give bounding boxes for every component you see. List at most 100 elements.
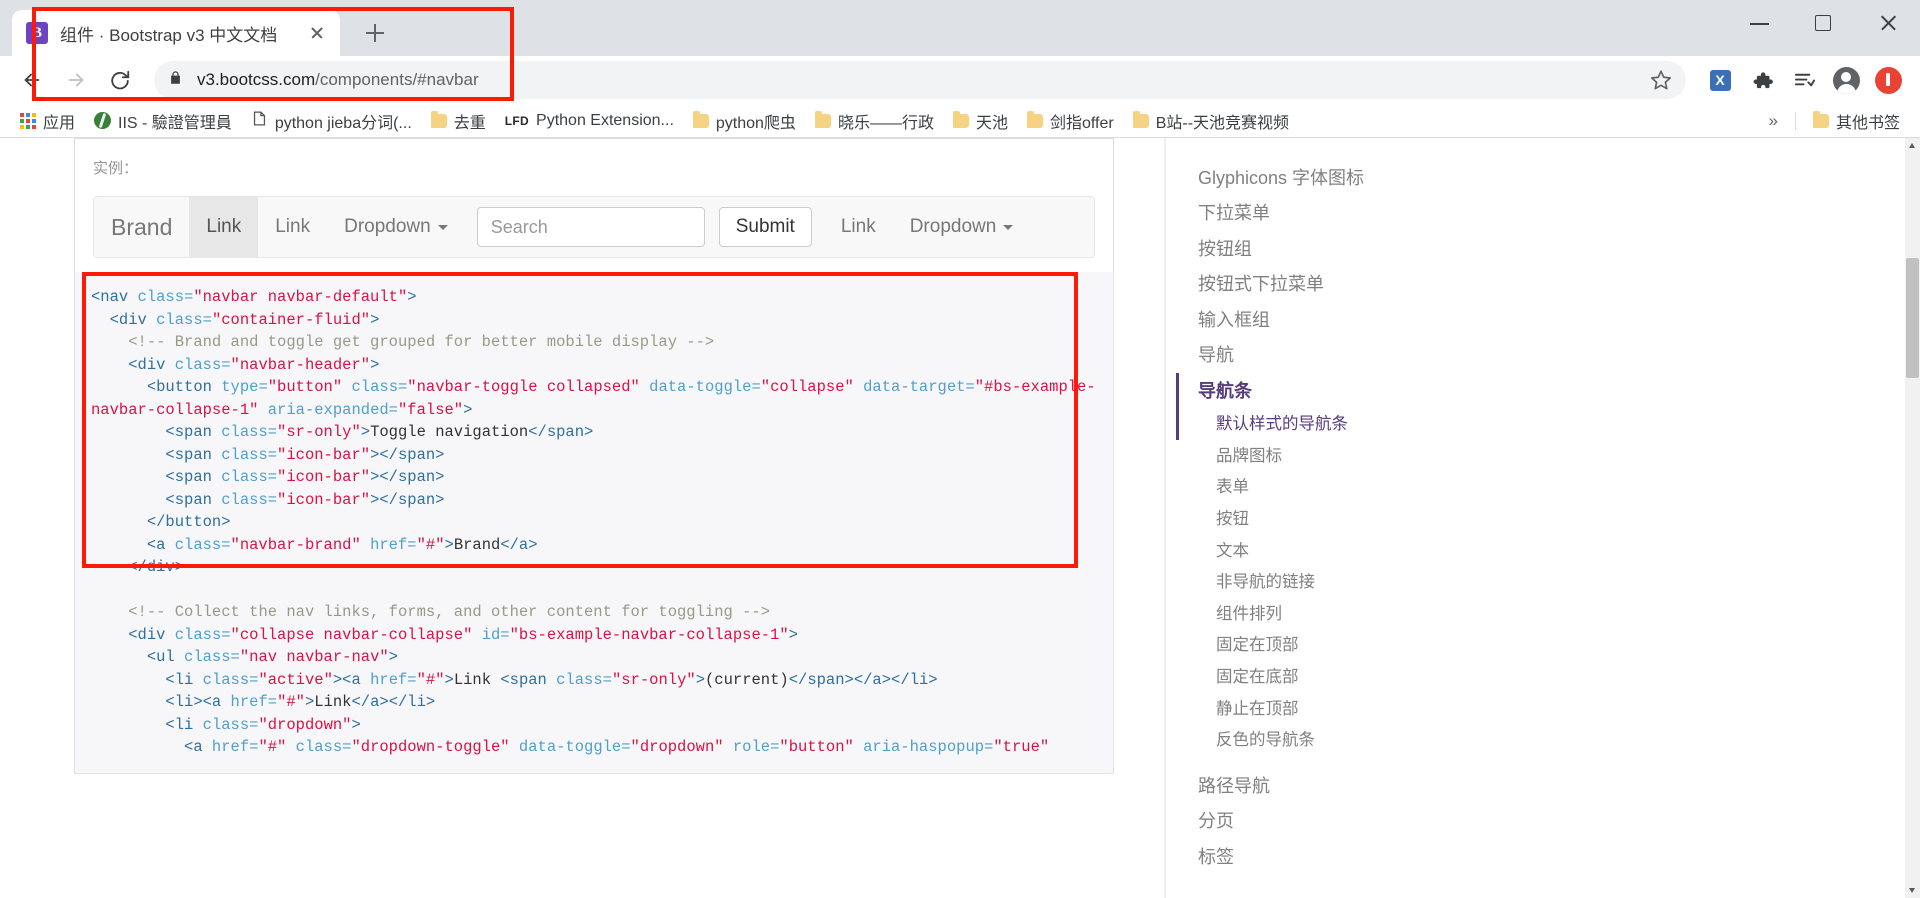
- code-token: ></span>: [370, 445, 445, 464]
- navbar-search-form: Search Submit: [465, 197, 824, 257]
- navbar-demo: Brand Link Link Dropdown Search Submit L…: [93, 196, 1095, 258]
- bookmark-item-quchong[interactable]: 去重: [423, 105, 494, 137]
- code-token: "icon-bar": [277, 468, 371, 486]
- sidebar-item-2[interactable]: 按钮组: [1176, 231, 1556, 267]
- code-token: Toggle navigation: [370, 423, 529, 441]
- puzzle-piece-icon[interactable]: [1742, 60, 1782, 100]
- navbar-brand[interactable]: Brand: [94, 197, 189, 257]
- code-token: Link: [314, 693, 352, 711]
- code-line: <li class="dropdown">: [91, 714, 1097, 737]
- close-window-icon[interactable]: [1856, 0, 1920, 46]
- code-line: <a href="#" class="dropdown-toggle" data…: [91, 736, 1097, 759]
- sidebar-item-8[interactable]: 品牌图标: [1176, 440, 1556, 472]
- code-line: <div class="navbar-header">: [91, 354, 1097, 377]
- sidebar-item-15[interactable]: 固定在底部: [1176, 662, 1556, 694]
- back-arrow-icon[interactable]: [12, 60, 52, 100]
- scrollbar-thumb[interactable]: [1906, 258, 1919, 378]
- navbar-link-1[interactable]: Link: [189, 197, 259, 257]
- sidebar-item-11[interactable]: 文本: [1176, 535, 1556, 567]
- code-token: "#": [416, 670, 445, 689]
- code-token: "container-fluid": [211, 310, 371, 329]
- close-icon[interactable]: [304, 20, 330, 46]
- sidebar-item-6[interactable]: 导航条: [1176, 373, 1556, 409]
- sidebar-item-7[interactable]: 默认样式的导航条: [1176, 408, 1556, 441]
- navbar-link-3[interactable]: Link: [824, 197, 893, 257]
- address-bar[interactable]: v3.bootcss.com/components/#navbar: [154, 61, 1686, 99]
- code-line: <span class="sr-only">Toggle navigation<…: [91, 421, 1097, 444]
- code-token: "sr-only": [277, 423, 361, 441]
- page-content: 实例： Brand Link Link Dropdown Search Subm…: [0, 138, 1920, 898]
- sidebar-item-5[interactable]: 导航: [1176, 338, 1556, 374]
- forward-arrow-icon[interactable]: [56, 60, 96, 100]
- submit-button[interactable]: Submit: [718, 207, 812, 247]
- sidebar-item-10[interactable]: 按钮: [1176, 503, 1556, 535]
- toolbar-icons: X: [1700, 60, 1908, 100]
- code-token: "collapse": [760, 378, 854, 396]
- code-block[interactable]: <nav class="navbar navbar-default"> <div…: [74, 272, 1114, 774]
- bookmark-other-bookmarks[interactable]: 其他书签: [1805, 105, 1908, 137]
- sidebar-item-14[interactable]: 固定在顶部: [1176, 630, 1556, 662]
- sidebar-item-16[interactable]: 静止在顶部: [1176, 693, 1556, 725]
- sidebar-item-4[interactable]: 输入框组: [1176, 302, 1556, 338]
- reading-list-icon[interactable]: [1784, 60, 1824, 100]
- bookmark-item-bilibili[interactable]: B站--天池竞赛视频: [1125, 105, 1297, 137]
- sidebar-item-20[interactable]: 标签: [1176, 839, 1556, 875]
- code-token: "icon-bar": [277, 490, 371, 509]
- code-token: role=: [732, 738, 780, 756]
- sidebar-item-12[interactable]: 非导航的链接: [1176, 567, 1556, 599]
- caret-down-icon: [437, 224, 448, 230]
- caret-down-icon: [1003, 224, 1014, 230]
- new-tab-button[interactable]: [358, 16, 392, 50]
- code-token: class=: [351, 378, 408, 396]
- scroll-up-arrow-icon[interactable]: [1905, 138, 1920, 153]
- bookmark-item-jianzhi-offer[interactable]: 剑指offer: [1019, 105, 1122, 137]
- reload-icon[interactable]: [100, 60, 140, 100]
- code-line: <span class="icon-bar"></span>: [91, 489, 1097, 512]
- code-token: "icon-bar": [277, 445, 371, 464]
- bookmarks-overflow-button[interactable]: »: [1761, 111, 1786, 131]
- code-token: class=: [202, 715, 259, 734]
- code-token: class=: [556, 670, 612, 689]
- sidebar-item-13[interactable]: 组件排列: [1176, 598, 1556, 630]
- navbar-dropdown-1[interactable]: Dropdown: [327, 197, 465, 257]
- address-bar-url: v3.bootcss.com/components/#navbar: [197, 70, 479, 90]
- bookmark-label: B站--天池竞赛视频: [1155, 114, 1290, 132]
- code-token: class=: [174, 625, 231, 644]
- sidebar-item-19[interactable]: 分页: [1176, 804, 1556, 840]
- sidebar-item-9[interactable]: 表单: [1176, 472, 1556, 504]
- star-icon[interactable]: [1650, 69, 1672, 96]
- bookmark-item-iis[interactable]: IIS - 驗證管理員: [86, 105, 240, 137]
- bookmark-item-python-extension[interactable]: LFD Python Extension...: [497, 108, 682, 134]
- bookmark-apps[interactable]: 应用: [12, 105, 83, 137]
- code-token: aria-expanded=: [267, 400, 398, 419]
- page-scrollbar[interactable]: [1905, 138, 1920, 898]
- sidebar-item-18[interactable]: 路径导航: [1176, 768, 1556, 804]
- bookmark-item-python-jieba[interactable]: python jieba分词(...: [243, 105, 420, 137]
- browser-tab[interactable]: B 组件 · Bootstrap v3 中文文档: [12, 10, 340, 56]
- bookmark-item-python-pachong[interactable]: python爬虫: [685, 105, 804, 137]
- maximize-icon[interactable]: [1792, 0, 1856, 46]
- sidebar-item-0[interactable]: Glyphicons 字体图标: [1176, 160, 1556, 196]
- search-input[interactable]: Search: [476, 207, 705, 247]
- sidebar-item-1[interactable]: 下拉菜单: [1176, 196, 1556, 232]
- navbar-link-2[interactable]: Link: [258, 197, 327, 257]
- minimize-icon[interactable]: [1728, 0, 1792, 46]
- code-line: <span class="icon-bar"></span>: [91, 444, 1097, 467]
- scroll-down-arrow-icon[interactable]: [1905, 883, 1920, 898]
- code-token: <span: [165, 468, 222, 486]
- bookmark-item-xiaole[interactable]: 晓乐——行政: [807, 105, 942, 137]
- bookmark-item-tianchi[interactable]: 天池: [945, 105, 1016, 137]
- update-available-icon[interactable]: [1868, 60, 1908, 100]
- navbar-dropdown-2[interactable]: Dropdown: [893, 197, 1031, 257]
- bookmark-label: IIS - 驗證管理員: [118, 114, 232, 132]
- sidebar-item-17[interactable]: 反色的导航条: [1176, 725, 1556, 757]
- code-token: >: [444, 670, 454, 689]
- sidebar-item-3[interactable]: 按钮式下拉菜单: [1176, 267, 1556, 303]
- extension-x-icon[interactable]: X: [1700, 60, 1740, 100]
- profile-avatar-icon[interactable]: [1826, 60, 1866, 100]
- code-line: <!-- Brand and toggle get grouped for be…: [91, 331, 1097, 354]
